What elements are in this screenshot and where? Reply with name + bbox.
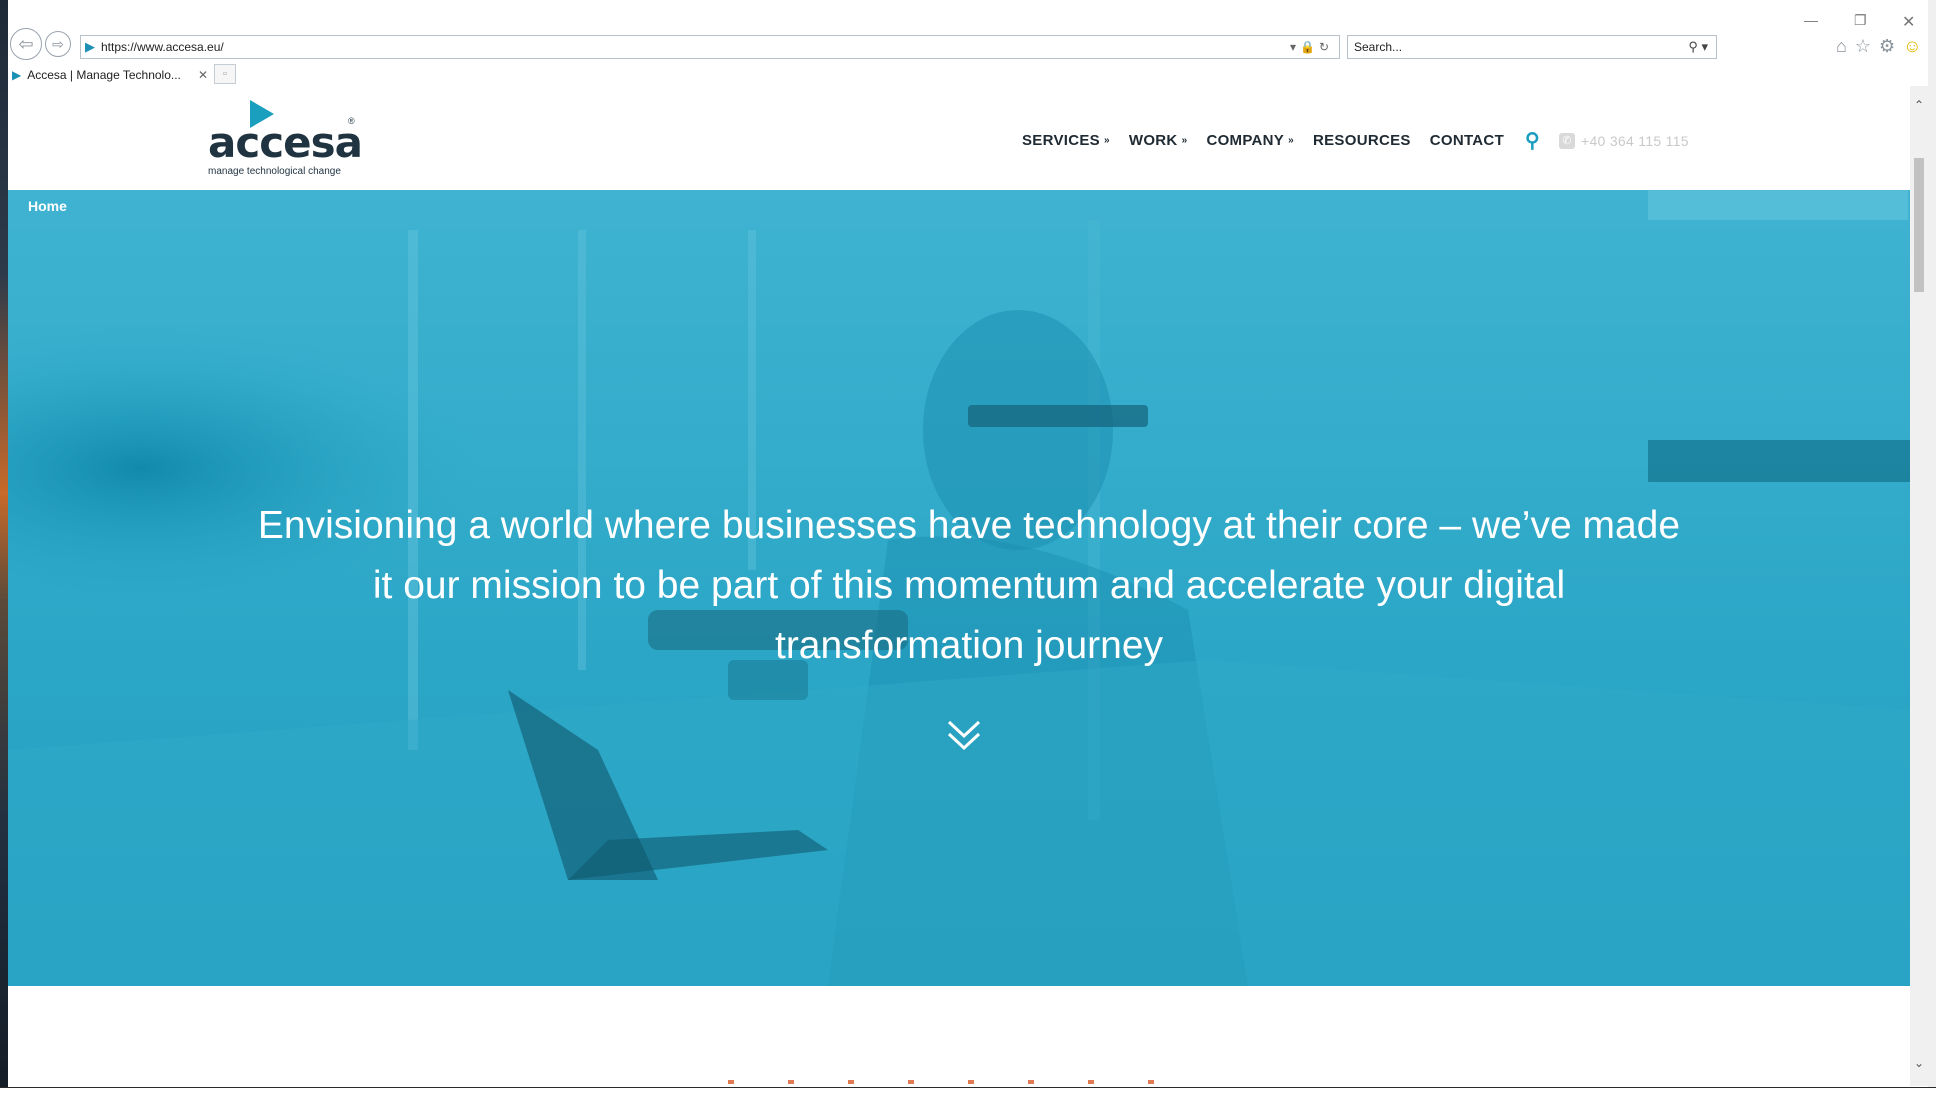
browser-toolbar-icons: ⌂ ☆ ⚙ ☺ [1836,36,1922,57]
minimize-icon[interactable]: — [1804,12,1818,28]
site-favicon-icon: ▶ [12,68,22,82]
nav-label: SERVICES [1022,132,1100,149]
logo-tagline: manage technological change [208,166,341,177]
nav-label: RESOURCES [1313,132,1411,149]
phone-contact[interactable]: ✆ +40 364 115 115 [1558,132,1689,149]
nav-contact[interactable]: CONTACT [1430,132,1504,149]
chevron-down-icon: » [1181,135,1188,146]
scroll-down-chevron-icon[interactable] [944,716,984,756]
nav-company[interactable]: COMPANY » [1206,132,1294,149]
scroll-down-icon[interactable]: ⌄ [1910,1054,1928,1072]
accesa-logo[interactable]: accesa ® manage technological change [208,100,363,177]
restore-icon[interactable]: ❐ [1854,12,1867,29]
close-icon[interactable]: ✕ [1902,12,1915,32]
phone-icon: ✆ [1558,132,1575,149]
site-favicon-icon: ▶ [85,39,95,54]
search-input[interactable]: Search... [1348,40,1688,54]
forward-arrow-icon: ⇨ [52,35,64,52]
close-tab-icon[interactable]: ✕ [198,68,208,82]
next-section-heading-peek [728,1080,1188,1084]
gear-icon[interactable]: ⚙ [1879,36,1895,57]
nav-work[interactable]: WORK » [1129,132,1188,149]
chevron-down-icon: » [1104,135,1110,146]
nav-services[interactable]: SERVICES » [1022,132,1110,149]
page-scrollbar[interactable]: ⌃ ⌄ [1910,86,1928,1086]
scroll-up-icon[interactable]: ⌃ [1910,96,1928,114]
desktop-edge-strip [1928,0,1936,1096]
new-tab-button[interactable]: ▫ [214,64,236,84]
desktop-background-strip [0,0,8,1096]
address-bar[interactable]: ▶ https://www.accesa.eu/ ▾🔒↻ [80,35,1340,59]
registered-mark: ® [348,116,355,126]
browser-chrome: ⇦ ⇨ ▶ https://www.accesa.eu/ ▾🔒↻ Search.… [8,0,1928,86]
nav-label: COMPANY [1206,132,1285,149]
back-button[interactable]: ⇦ [10,28,42,60]
new-tab-icon: ▫ [223,68,227,80]
smiley-icon[interactable]: ☺ [1903,36,1921,57]
breadcrumb[interactable]: Home [28,198,67,214]
browser-tab[interactable]: ▶ Accesa | Manage Technolo... ✕ [12,64,208,86]
chevron-down-icon: » [1288,135,1294,146]
star-icon[interactable]: ☆ [1855,36,1871,57]
search-icon[interactable]: ⚲ ▾ [1688,39,1716,55]
nav-resources[interactable]: RESOURCES [1313,132,1411,149]
nav-label: WORK [1128,132,1178,149]
forward-button[interactable]: ⇨ [45,31,71,57]
hero-banner: Home Envisioning a world where businesse… [8,190,1910,986]
address-url[interactable]: https://www.accesa.eu/ [101,40,1290,54]
hero-headline: Envisioning a world where businesses hav… [257,504,1681,667]
browser-search-box[interactable]: Search... ⚲ ▾ [1347,35,1717,59]
tab-title: Accesa | Manage Technolo... [27,68,181,82]
desktop-bottom-strip [0,1087,1936,1096]
dropdown-arrow-icon[interactable]: ▾ [1290,40,1300,54]
lock-icon[interactable]: 🔒 [1300,40,1319,54]
search-icon[interactable]: ⚲ [1525,128,1540,153]
next-section [8,986,1910,1086]
back-arrow-icon: ⇦ [18,33,34,54]
home-icon[interactable]: ⌂ [1836,36,1847,57]
address-tools[interactable]: ▾🔒↻ [1290,40,1339,54]
page-viewport: accesa ® manage technological change SER… [8,86,1910,1086]
refresh-icon[interactable]: ↻ [1319,40,1333,54]
logo-wordmark: accesa [208,118,363,167]
scrollbar-thumb[interactable] [1914,158,1924,292]
site-header: accesa ® manage technological change SER… [8,86,1910,190]
phone-number: +40 364 115 115 [1580,132,1689,149]
nav-label: CONTACT [1429,132,1505,149]
main-nav: SERVICES » WORK » COMPANY » RESOURCES CO… [1022,128,1689,153]
